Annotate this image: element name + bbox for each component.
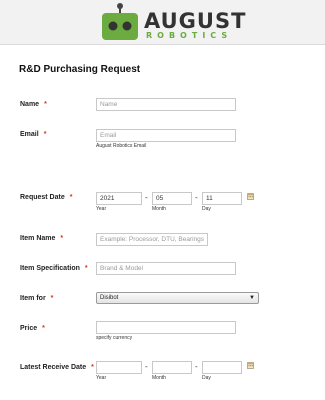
required-mark: * — [91, 364, 94, 371]
latest-receive-label: Latest Receive Date * — [20, 364, 94, 371]
calendar-icon[interactable] — [247, 362, 254, 369]
page-header: AUGUST ROBOTICS — [0, 0, 325, 44]
name-input[interactable]: Name — [96, 98, 236, 111]
calendar-icon[interactable] — [247, 193, 254, 200]
required-mark: * — [50, 295, 54, 302]
chevron-down-icon: ▼ — [249, 295, 255, 301]
required-mark: * — [69, 194, 73, 201]
email-input[interactable]: Email — [96, 129, 236, 142]
brand-wordmark: AUGUST — [144, 9, 247, 33]
item-spec-label: Item Specification * — [20, 265, 88, 272]
email-label: Email * — [20, 131, 47, 138]
price-input[interactable] — [96, 321, 236, 334]
receive-year-input[interactable] — [96, 361, 142, 374]
form-title: R&D Purchasing Request — [19, 64, 141, 75]
name-label: Name * — [20, 101, 47, 108]
request-year-input[interactable]: 2021 — [96, 192, 142, 205]
required-mark: * — [84, 265, 88, 272]
receive-month-input[interactable] — [152, 361, 192, 374]
price-label: Price * — [20, 325, 45, 332]
date-separator: - — [145, 362, 148, 371]
item-spec-input[interactable]: Brand & Model — [96, 262, 236, 275]
item-name-input[interactable]: Example: Processor, DTU, Bearings — [96, 233, 208, 246]
required-mark: * — [44, 101, 47, 108]
item-for-label: Item for * — [20, 295, 54, 302]
brand-subtitle: ROBOTICS — [146, 31, 233, 40]
request-day-input[interactable]: 11 — [202, 192, 242, 205]
email-sublabel: August Robotics Email — [96, 143, 147, 149]
day-sublabel: Day — [202, 375, 211, 381]
day-sublabel: Day — [202, 206, 211, 212]
year-sublabel: Year — [96, 206, 107, 212]
robot-logo-icon — [102, 3, 138, 40]
price-sublabel: specify currency — [96, 335, 133, 341]
year-sublabel: Year — [96, 375, 107, 381]
date-separator: - — [145, 193, 148, 202]
request-date-label: Request Date * — [20, 194, 73, 201]
date-separator: - — [195, 193, 198, 202]
brand-logo: AUGUST ROBOTICS — [100, 2, 245, 42]
date-separator: - — [195, 362, 198, 371]
item-for-select[interactable]: Disibot ▼ — [96, 292, 259, 304]
required-mark: * — [60, 235, 64, 242]
request-month-input[interactable]: 05 — [152, 192, 192, 205]
month-sublabel: Month — [152, 375, 166, 381]
required-mark: * — [42, 325, 45, 332]
receive-day-input[interactable] — [202, 361, 242, 374]
form-card: R&D Purchasing Request Name * Name Email *… — [0, 44, 325, 400]
required-mark: * — [43, 131, 47, 138]
item-name-label: Item Name * — [20, 235, 64, 242]
item-for-selected: Disibot — [100, 295, 119, 301]
month-sublabel: Month — [152, 206, 166, 212]
